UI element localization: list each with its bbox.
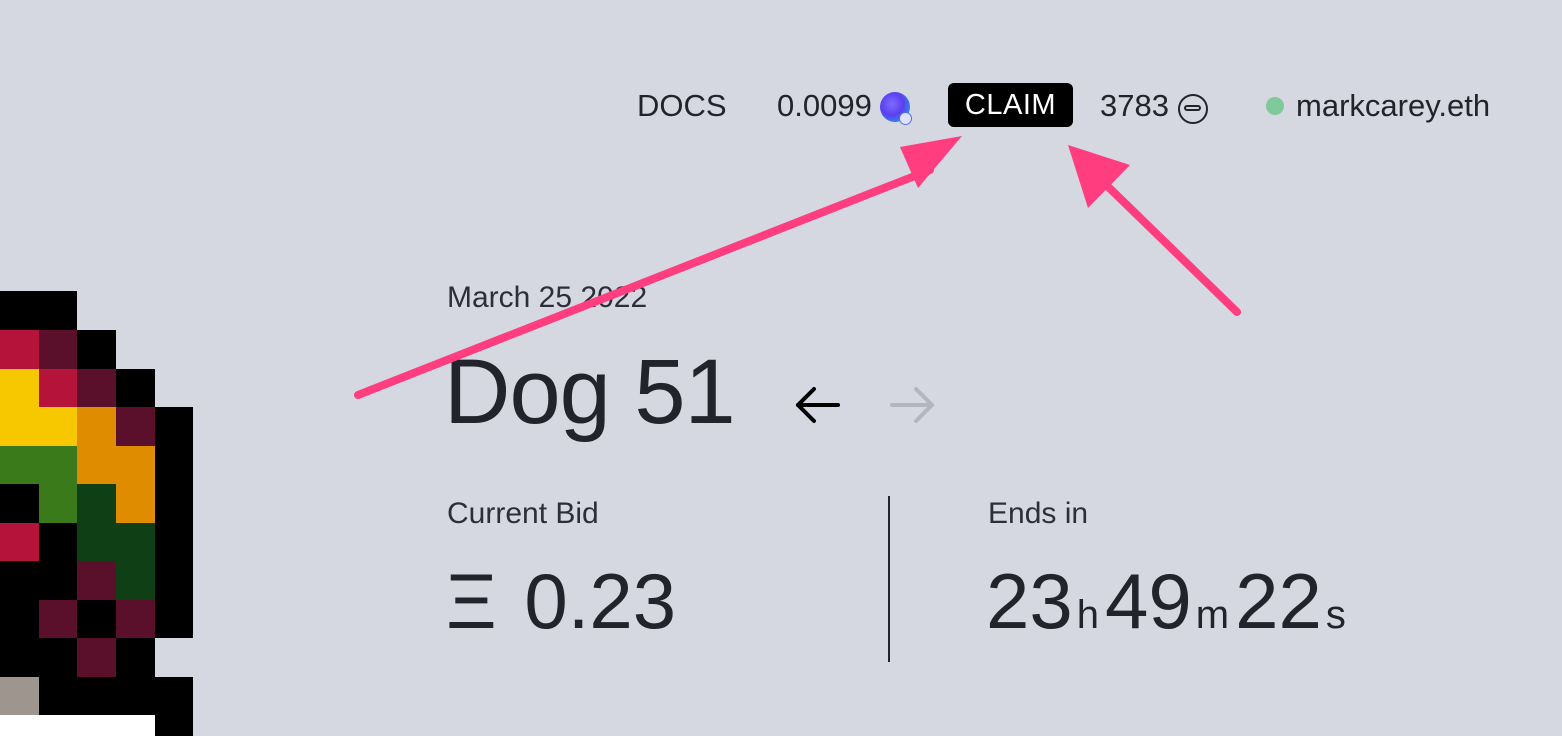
- bones-balance-value: 3783: [1100, 88, 1169, 123]
- arrow-right-icon: [890, 387, 934, 423]
- current-bid-label: Current Bid: [447, 497, 599, 530]
- annotation-arrow-right: [1068, 145, 1241, 316]
- countdown-seconds: 22: [1235, 557, 1322, 645]
- account-button[interactable]: markcarey.eth: [1266, 88, 1490, 124]
- bones-balance: 3783: [1100, 88, 1208, 124]
- countdown-seconds-unit: s: [1325, 593, 1346, 637]
- next-dog-button[interactable]: [888, 380, 938, 430]
- current-bid-amount: 0.23: [524, 557, 677, 645]
- top-nav: DOCS 0.0099 CLAIM 3783 markcarey.eth: [620, 80, 1520, 130]
- ends-in-label: Ends in: [988, 497, 1089, 530]
- stats-divider: [888, 496, 890, 662]
- dog-pixel-art-image: [0, 291, 193, 736]
- token-balance[interactable]: 0.0099: [777, 88, 912, 125]
- countdown-minutes-unit: m: [1195, 593, 1230, 637]
- connected-status-dot: [1266, 97, 1284, 115]
- countdown-minutes: 49: [1105, 557, 1192, 645]
- arrow-left-icon: [796, 387, 840, 423]
- previous-dog-button[interactable]: [792, 380, 842, 430]
- account-name: markcarey.eth: [1296, 88, 1491, 123]
- current-bid-value: Ξ 0.23: [446, 556, 676, 647]
- auction-page: DOCS 0.0099 CLAIM 3783 markcarey.eth Mar…: [0, 0, 1562, 736]
- auction-countdown: 23 h49 m22 s: [986, 556, 1352, 647]
- auction-date: March 25 2022: [447, 281, 648, 314]
- countdown-hours: 23: [986, 557, 1073, 645]
- page-title: Dog 51: [444, 341, 736, 443]
- claim-button[interactable]: CLAIM: [948, 83, 1073, 127]
- countdown-hours-unit: h: [1076, 593, 1100, 637]
- docs-link[interactable]: DOCS: [637, 88, 727, 124]
- eth-symbol-icon: Ξ: [446, 557, 497, 645]
- bone-token-icon: [1177, 94, 1208, 124]
- token-coin-icon: [879, 92, 912, 125]
- token-balance-value: 0.0099: [777, 88, 872, 123]
